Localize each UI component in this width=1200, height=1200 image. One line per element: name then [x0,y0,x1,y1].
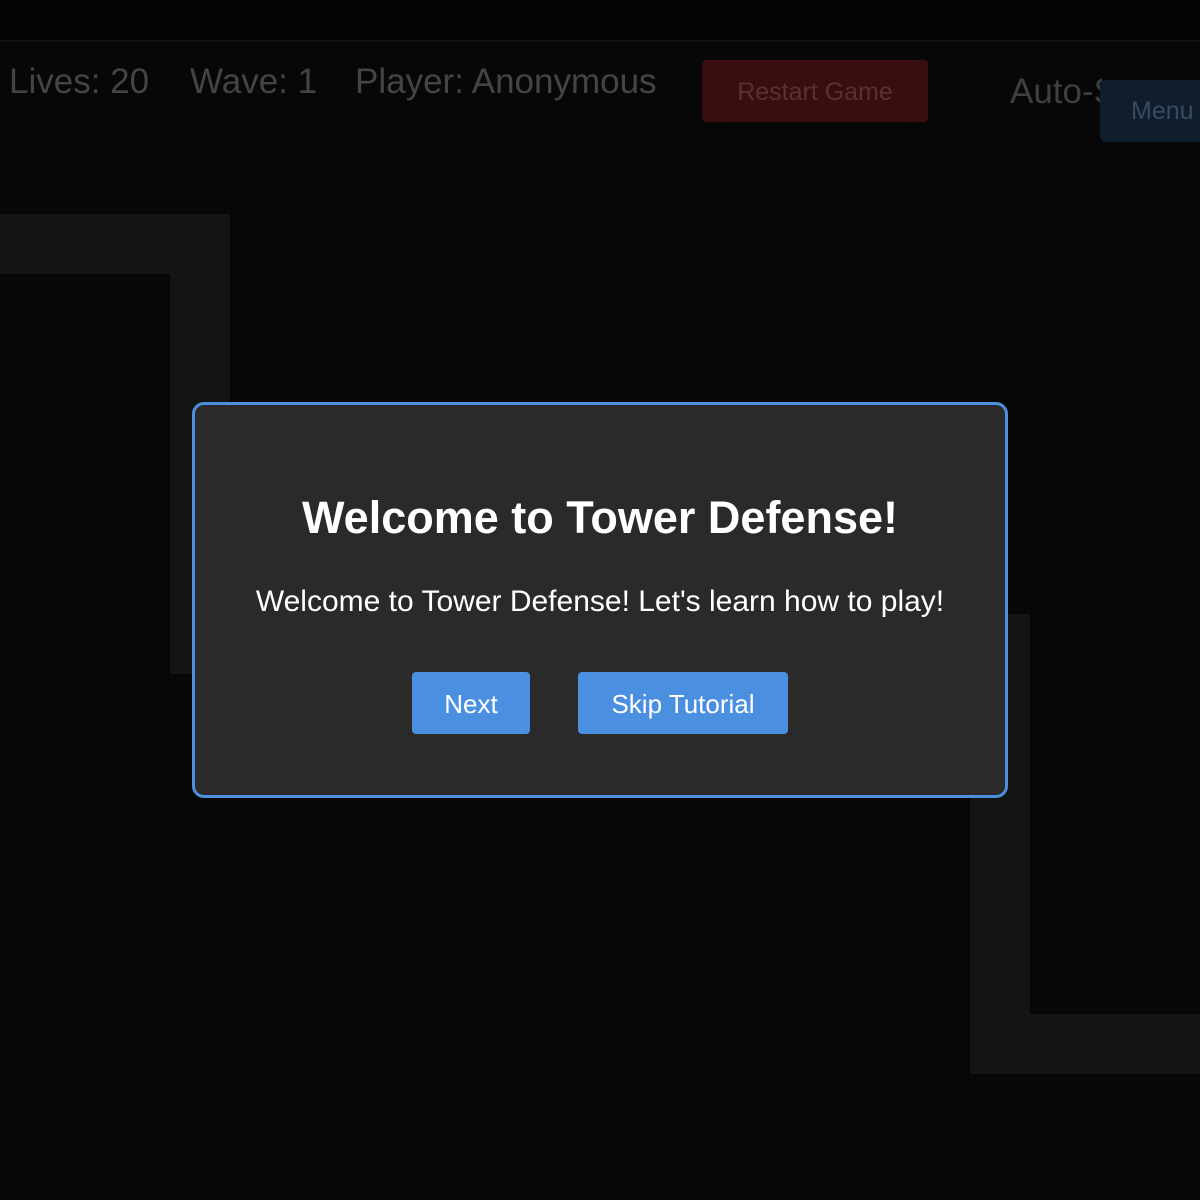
tutorial-title: Welcome to Tower Defense! [302,492,898,543]
tutorial-message: Welcome to Tower Defense! Let's learn ho… [255,585,945,618]
game-screen: Lives: 20 Wave: 1 Player: Anonymous Rest… [0,0,1200,1200]
skip-tutorial-button[interactable]: Skip Tutorial [578,672,788,734]
next-button[interactable]: Next [412,672,530,734]
tutorial-dialog: Welcome to Tower Defense! Welcome to Tow… [192,402,1008,798]
